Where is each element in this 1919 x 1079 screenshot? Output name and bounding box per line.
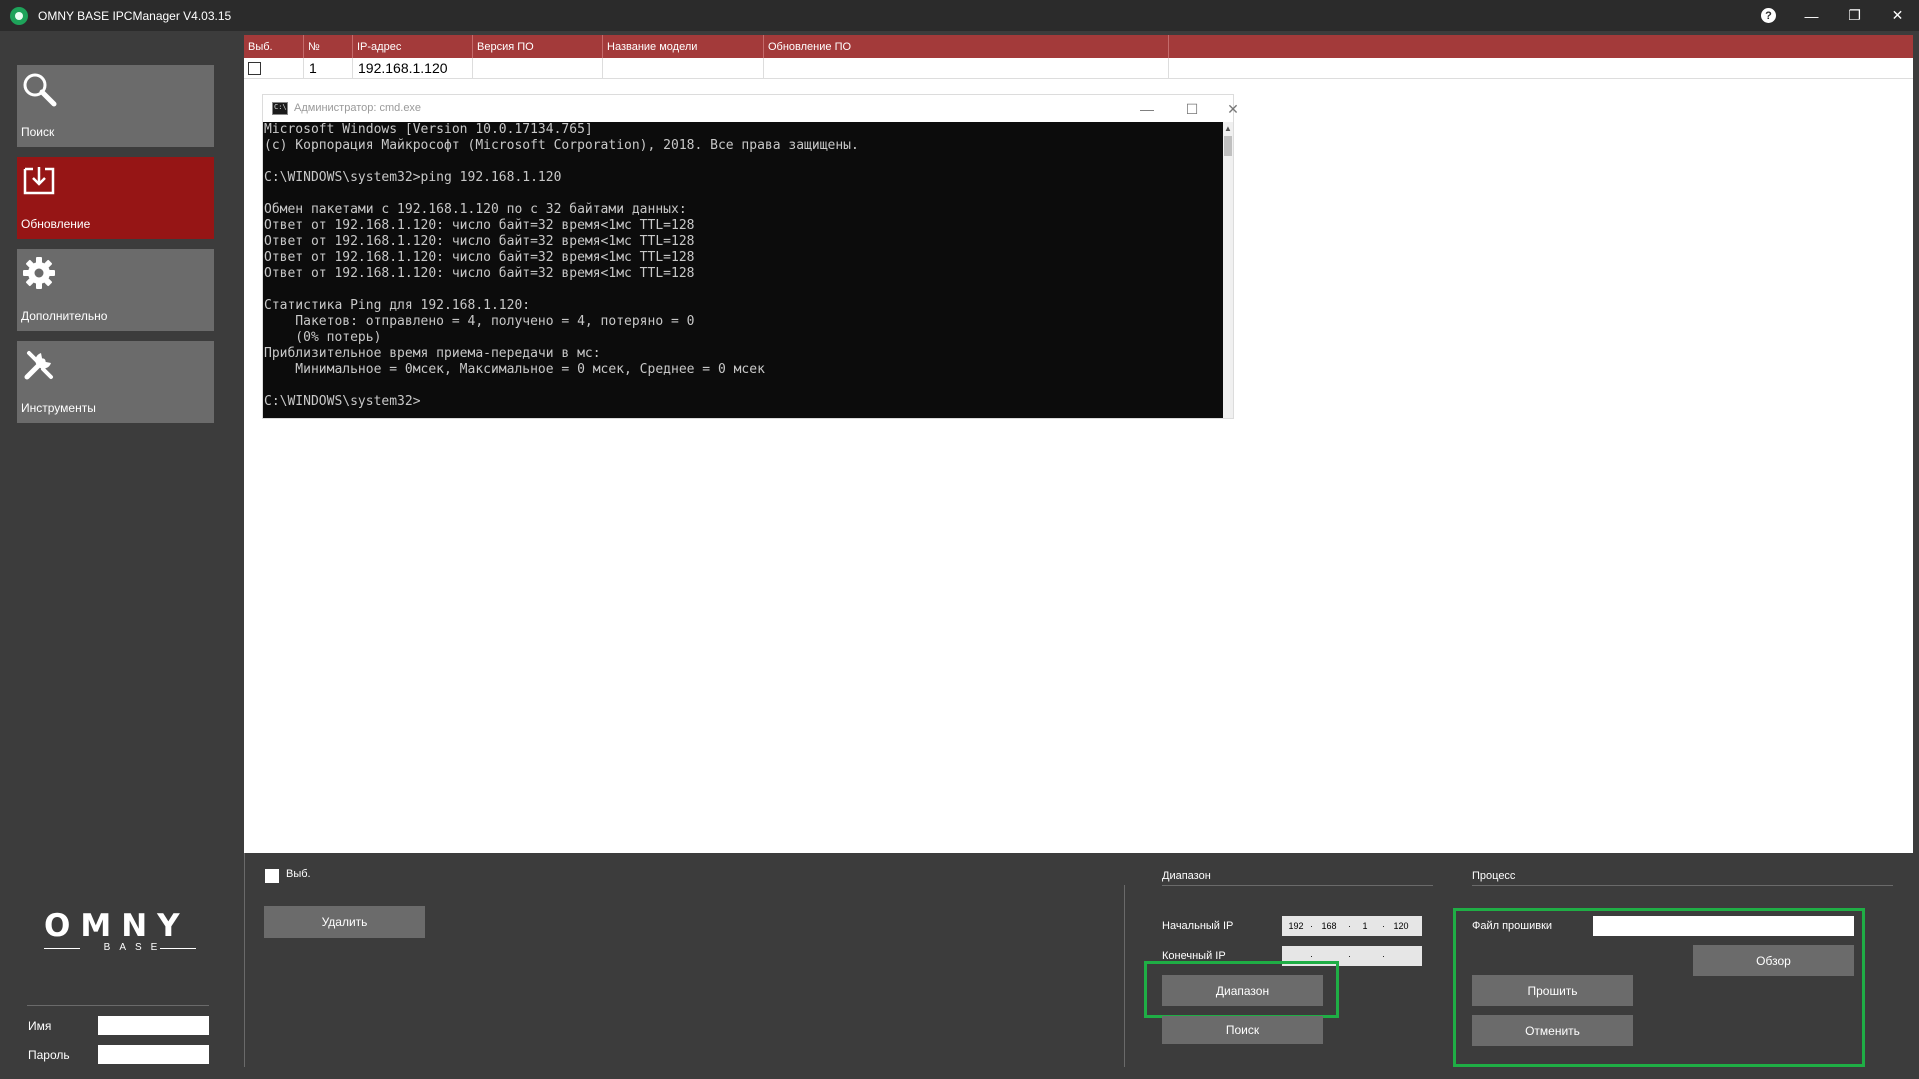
bottom-panel: Выб. Удалить Диапазон Начальный IP 192 · … xyxy=(244,853,1919,1079)
cmd-title-bar[interactable]: C:\ Администратор: cmd.exe — ☐ ✕ xyxy=(263,95,1239,123)
column-header-select[interactable]: Выб. xyxy=(244,35,304,58)
range-group-title: Диапазон xyxy=(1162,870,1211,882)
firmware-file-input[interactable] xyxy=(1593,916,1854,936)
cmd-icon: C:\ xyxy=(272,102,288,115)
scroll-thumb[interactable] xyxy=(1224,136,1232,156)
column-header-ip[interactable]: IP-адрес xyxy=(353,35,473,58)
cmd-line: Минимальное = 0мсек, Максимальное = 0 мс… xyxy=(264,362,765,377)
restore-button[interactable]: ❐ xyxy=(1833,0,1876,31)
download-icon xyxy=(23,167,55,195)
cmd-line: C:\WINDOWS\system32>ping 192.168.1.120 xyxy=(264,170,562,185)
cmd-minimize-button[interactable]: — xyxy=(1127,98,1167,120)
cmd-line: C:\WINDOWS\system32> xyxy=(264,394,421,409)
title-bar: OMNY BASE IPCManager V4.03.15 ? — ❐ ✕ xyxy=(0,0,1919,31)
cancel-button[interactable]: Отменить xyxy=(1472,1015,1633,1046)
cmd-line xyxy=(264,282,1223,298)
row-model xyxy=(603,58,764,79)
username-label: Имя xyxy=(28,1019,52,1033)
cmd-line xyxy=(264,186,1223,202)
sidebar-item-label: Инструменты xyxy=(21,401,96,415)
range-button[interactable]: Диапазон xyxy=(1162,975,1323,1006)
divider xyxy=(244,853,245,1067)
search-button[interactable]: Поиск xyxy=(1162,1016,1323,1044)
firmware-file-label: Файл прошивки xyxy=(1472,920,1553,932)
cmd-line xyxy=(264,154,1223,170)
divider xyxy=(1124,885,1125,1067)
cmd-window[interactable]: C:\ Администратор: cmd.exe — ☐ ✕ Microso… xyxy=(262,94,1239,419)
cmd-line: (0% потерь) xyxy=(264,330,382,345)
row-checkbox[interactable] xyxy=(248,62,261,75)
sidebar-item-advanced[interactable]: Дополнительно xyxy=(17,249,214,331)
gear-icon xyxy=(23,257,55,289)
brand-logo: OMNY BASE xyxy=(44,911,196,953)
password-input[interactable] xyxy=(98,1045,209,1064)
sidebar-item-tools[interactable]: Инструменты xyxy=(17,341,214,423)
cmd-output[interactable]: Microsoft Windows [Version 10.0.17134.76… xyxy=(263,122,1223,418)
app-logo-icon xyxy=(10,6,28,25)
cmd-line xyxy=(264,378,1223,394)
row-version xyxy=(473,58,603,79)
scroll-up-icon[interactable]: ▲ xyxy=(1224,124,1232,133)
username-input[interactable] xyxy=(98,1016,209,1035)
table-header: Выб. № IP-адрес Версия ПО Название модел… xyxy=(244,35,1913,58)
group-underline xyxy=(1162,885,1433,886)
tools-icon xyxy=(24,351,53,380)
cmd-line: Ответ от 192.168.1.120: число байт=32 вр… xyxy=(264,234,695,249)
start-ip-input[interactable]: 192 · 168 · 1 · 120 xyxy=(1282,916,1422,936)
cmd-line: (c) Корпорация Майкрософт (Microsoft Cor… xyxy=(264,138,859,153)
cmd-line: Приблизительное время приема-передачи в … xyxy=(264,346,601,361)
cmd-scrollbar[interactable]: ▲ xyxy=(1223,122,1233,418)
start-ip-label: Начальный IP xyxy=(1162,920,1234,932)
logo-sub-text: BASE xyxy=(44,942,196,953)
row-select-cell xyxy=(244,58,304,79)
sidebar: Поиск Обновление Дополнительно Инструмен… xyxy=(0,31,240,1079)
flash-button[interactable]: Прошить xyxy=(1472,975,1633,1006)
cmd-maximize-button[interactable]: ☐ xyxy=(1172,98,1212,120)
cmd-line: Ответ от 192.168.1.120: число байт=32 вр… xyxy=(264,218,695,233)
sidebar-item-search[interactable]: Поиск xyxy=(17,65,214,147)
close-button[interactable]: ✕ xyxy=(1876,0,1919,31)
column-header-number[interactable]: № xyxy=(304,35,353,58)
delete-button[interactable]: Удалить xyxy=(264,906,425,938)
column-header-update[interactable]: Обновление ПО xyxy=(764,35,1169,58)
column-header-model[interactable]: Название модели xyxy=(603,35,764,58)
logo-main-text: OMNY xyxy=(44,908,190,944)
cmd-title: Администратор: cmd.exe xyxy=(294,102,422,114)
sidebar-divider xyxy=(27,1005,209,1006)
cmd-line: Обмен пакетами с 192.168.1.120 по с 32 б… xyxy=(264,202,687,217)
cmd-line: Ответ от 192.168.1.120: число байт=32 вр… xyxy=(264,266,695,281)
row-ip: 192.168.1.120 xyxy=(353,58,473,79)
column-header-empty xyxy=(1169,35,1913,58)
column-header-version[interactable]: Версия ПО xyxy=(473,35,603,58)
help-icon: ? xyxy=(1761,8,1776,23)
group-underline xyxy=(1472,885,1893,886)
sidebar-item-label: Обновление xyxy=(21,217,91,231)
search-icon xyxy=(23,73,57,107)
cmd-close-button[interactable]: ✕ xyxy=(1218,98,1248,120)
window-title: OMNY BASE IPCManager V4.03.15 xyxy=(38,8,232,23)
row-number: 1 xyxy=(304,58,353,79)
password-label: Пароль xyxy=(28,1048,70,1062)
table-row[interactable]: 1 192.168.1.120 xyxy=(244,58,1913,79)
sidebar-item-label: Дополнительно xyxy=(21,309,108,323)
cmd-line: Microsoft Windows [Version 10.0.17134.76… xyxy=(264,122,593,137)
cmd-line: Ответ от 192.168.1.120: число байт=32 вр… xyxy=(264,250,695,265)
process-group-title: Процесс xyxy=(1472,870,1516,882)
row-update xyxy=(764,58,1169,79)
browse-button[interactable]: Обзор xyxy=(1693,945,1854,976)
select-all-checkbox[interactable] xyxy=(265,869,279,883)
sidebar-item-label: Поиск xyxy=(21,125,55,139)
select-all-label: Выб. xyxy=(286,868,311,880)
cmd-line: Статистика Ping для 192.168.1.120: xyxy=(264,298,531,313)
cmd-line: Пакетов: отправлено = 4, получено = 4, п… xyxy=(264,314,695,329)
sidebar-item-update[interactable]: Обновление xyxy=(17,157,214,239)
window-controls: ? — ❐ ✕ xyxy=(1747,0,1919,31)
help-button[interactable]: ? xyxy=(1747,0,1790,31)
minimize-button[interactable]: — xyxy=(1790,0,1833,31)
